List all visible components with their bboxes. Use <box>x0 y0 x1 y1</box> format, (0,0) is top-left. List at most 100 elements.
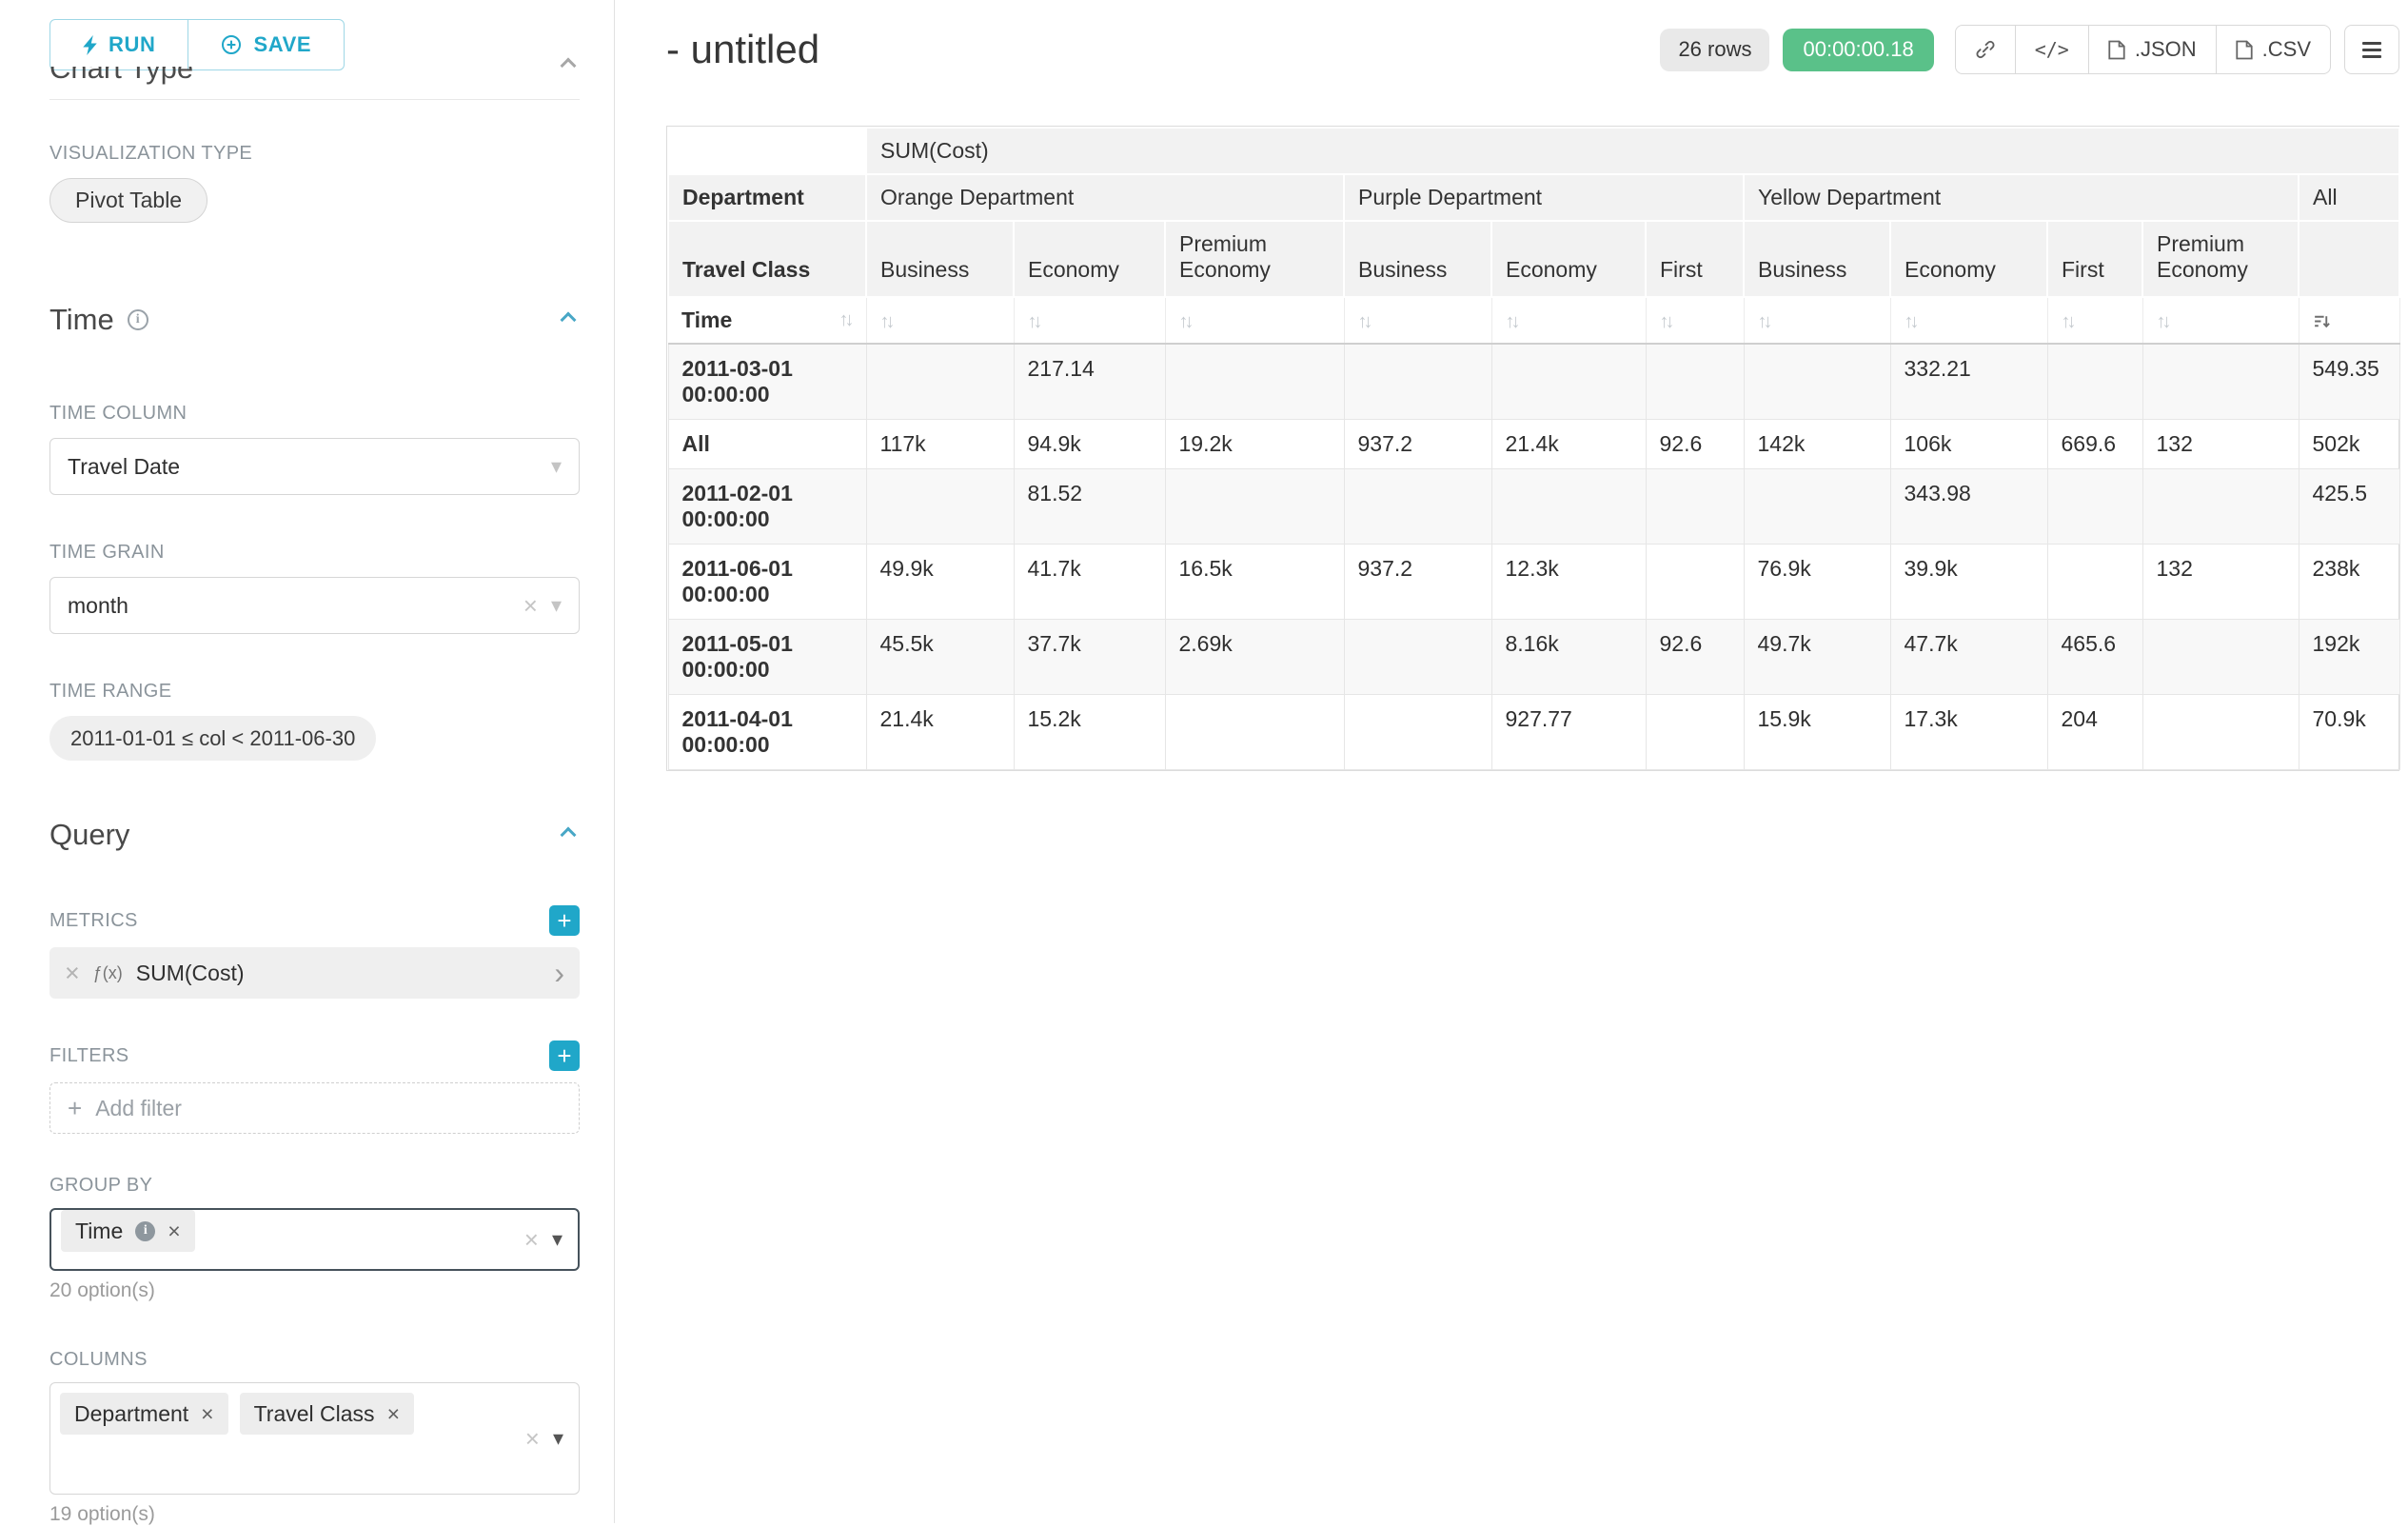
sort-icon[interactable]: ↑↓ <box>839 309 855 331</box>
value-cell: 117k <box>866 420 1014 469</box>
add-metric-button[interactable]: + <box>549 905 580 936</box>
value-cell: 8.16k <box>1491 620 1646 695</box>
time-section-title: Time <box>49 303 114 337</box>
value-cell: 47.7k <box>1890 620 2047 695</box>
value-cell: 17.3k <box>1890 695 2047 770</box>
sort-icon[interactable]: ↑↓ <box>2062 311 2077 333</box>
sort-icon[interactable]: ↑↓ <box>1358 311 1373 333</box>
department-header-row: DepartmentOrange DepartmentPurple Depart… <box>668 174 2399 221</box>
columns-tag[interactable]: Department × <box>60 1393 228 1435</box>
sort-cell: ↑↓ <box>1646 297 1744 344</box>
department-group-cell: Orange Department <box>866 174 1344 221</box>
columns-tag-label: Department <box>74 1401 188 1427</box>
query-timer-badge: 00:00:00.18 <box>1783 29 1933 71</box>
value-cell: 132 <box>2142 545 2299 620</box>
sort-icon[interactable]: ↑↓ <box>1905 311 1920 333</box>
value-cell: 502k <box>2299 420 2399 469</box>
travel-class-cell: Economy <box>1014 221 1165 297</box>
travel-class-cell: Business <box>1344 221 1491 297</box>
group-by-tag[interactable]: Time i × <box>61 1210 195 1252</box>
remove-tag-icon[interactable]: × <box>168 1220 180 1242</box>
row-label-cell: All <box>668 420 866 469</box>
filters-header: FILTERS + <box>49 1040 580 1071</box>
value-cell <box>1344 344 1491 420</box>
select-controls: × ▾ <box>525 1426 563 1451</box>
remove-tag-icon[interactable]: × <box>387 1403 400 1425</box>
columns-tag[interactable]: Travel Class × <box>240 1393 414 1435</box>
metric-item[interactable]: × ƒ(x) SUM(Cost) › <box>49 947 580 999</box>
plus-icon: + <box>68 1096 82 1120</box>
columns-options-hint: 19 option(s) <box>49 1503 580 1526</box>
sort-cell: ↑↓ <box>2047 297 2142 344</box>
add-filter-plus-button[interactable]: + <box>549 1040 580 1071</box>
embed-code-button[interactable]: </> <box>2016 25 2089 74</box>
copy-link-button[interactable] <box>1955 25 2016 74</box>
sort-cell: ↑↓ <box>1014 297 1165 344</box>
time-section-header: Time i <box>49 303 580 337</box>
info-icon[interactable]: i <box>128 309 148 330</box>
download-json-button[interactable]: .JSON <box>2089 25 2217 74</box>
group-by-select[interactable]: Time i × × ▾ <box>49 1208 580 1271</box>
caret-down-icon[interactable]: ▾ <box>552 1229 563 1250</box>
sort-icon[interactable]: ↑↓ <box>1660 311 1675 333</box>
sort-icon[interactable]: ↑↓ <box>2157 311 2172 333</box>
time-range-pill[interactable]: 2011-01-01 ≤ col < 2011-06-30 <box>49 716 376 761</box>
clear-icon[interactable]: × <box>523 593 538 618</box>
value-cell: 16.5k <box>1165 545 1344 620</box>
save-button[interactable]: SAVE <box>188 19 345 70</box>
sort-icon[interactable]: ↑↓ <box>1758 311 1773 333</box>
value-cell: 142k <box>1744 420 1890 469</box>
chart-title[interactable]: - untitled <box>666 27 819 72</box>
metrics-header: METRICS + <box>49 905 580 936</box>
value-cell: 937.2 <box>1344 545 1491 620</box>
value-cell: 70.9k <box>2299 695 2399 770</box>
group-by-label: GROUP BY <box>49 1174 580 1197</box>
chevron-up-icon[interactable] <box>561 827 577 843</box>
sort-cell: ↑↓ <box>1491 297 1646 344</box>
caret-down-icon[interactable]: ▾ <box>553 1428 563 1449</box>
sort-icon[interactable]: ↑↓ <box>1506 311 1521 333</box>
run-button-label: RUN <box>109 32 155 57</box>
travel-class-header-row: Travel ClassBusinessEconomyPremium Econo… <box>668 221 2399 297</box>
value-cell <box>1646 469 1744 545</box>
clear-icon[interactable]: × <box>524 1227 539 1252</box>
visualization-type-pill[interactable]: Pivot Table <box>49 178 207 223</box>
chart-type-heading-clipped: Chart Type <box>49 67 193 93</box>
row-label-cell: 2011-04-01 00:00:00 <box>668 695 866 770</box>
query-section-title: Query <box>49 818 129 852</box>
chevron-right-icon: › <box>554 958 564 988</box>
time-column-select[interactable]: Travel Date ▾ <box>49 438 580 495</box>
download-csv-button[interactable]: .CSV <box>2217 25 2331 74</box>
sort-descending-icon[interactable] <box>2313 312 2331 330</box>
chevron-up-icon[interactable] <box>561 312 577 328</box>
sort-icon[interactable]: ↑↓ <box>1179 311 1194 333</box>
travel-class-cell: Premium Economy <box>2142 221 2299 297</box>
result-toolbar: 26 rows 00:00:00.18 </> .JSON . <box>1660 25 2399 74</box>
value-cell: 937.2 <box>1344 420 1491 469</box>
table-row: All117k94.9k19.2k937.221.4k92.6142k106k6… <box>668 420 2399 469</box>
menu-button[interactable] <box>2344 25 2399 74</box>
remove-metric-icon[interactable]: × <box>65 961 80 986</box>
columns-select[interactable]: Department × Travel Class × × ▾ <box>49 1382 580 1495</box>
add-filter-button[interactable]: + Add filter <box>49 1082 580 1134</box>
filters-label: FILTERS <box>49 1044 129 1067</box>
value-cell: 49.9k <box>866 545 1014 620</box>
department-group-cell: Purple Department <box>1344 174 1744 221</box>
value-cell: 12.3k <box>1491 545 1646 620</box>
run-button[interactable]: RUN <box>49 19 188 70</box>
remove-tag-icon[interactable]: × <box>201 1403 213 1425</box>
value-cell: 927.77 <box>1491 695 1646 770</box>
clear-icon[interactable]: × <box>525 1426 540 1451</box>
metric-header-row: SUM(Cost) <box>668 128 2399 174</box>
columns-tag-label: Travel Class <box>254 1401 375 1427</box>
time-header-label: Time <box>681 307 732 333</box>
row-count-badge: 26 rows <box>1660 29 1769 71</box>
value-cell <box>1646 695 1744 770</box>
time-grain-label: TIME GRAIN <box>49 541 580 564</box>
chart-type-collapse-control[interactable] <box>563 59 574 76</box>
value-cell: 106k <box>1890 420 2047 469</box>
time-grain-select[interactable]: month × ▾ <box>49 577 580 634</box>
table-row: 2011-04-01 00:00:0021.4k15.2k927.7715.9k… <box>668 695 2399 770</box>
sort-icon[interactable]: ↑↓ <box>1028 311 1043 333</box>
sort-icon[interactable]: ↑↓ <box>880 311 896 333</box>
